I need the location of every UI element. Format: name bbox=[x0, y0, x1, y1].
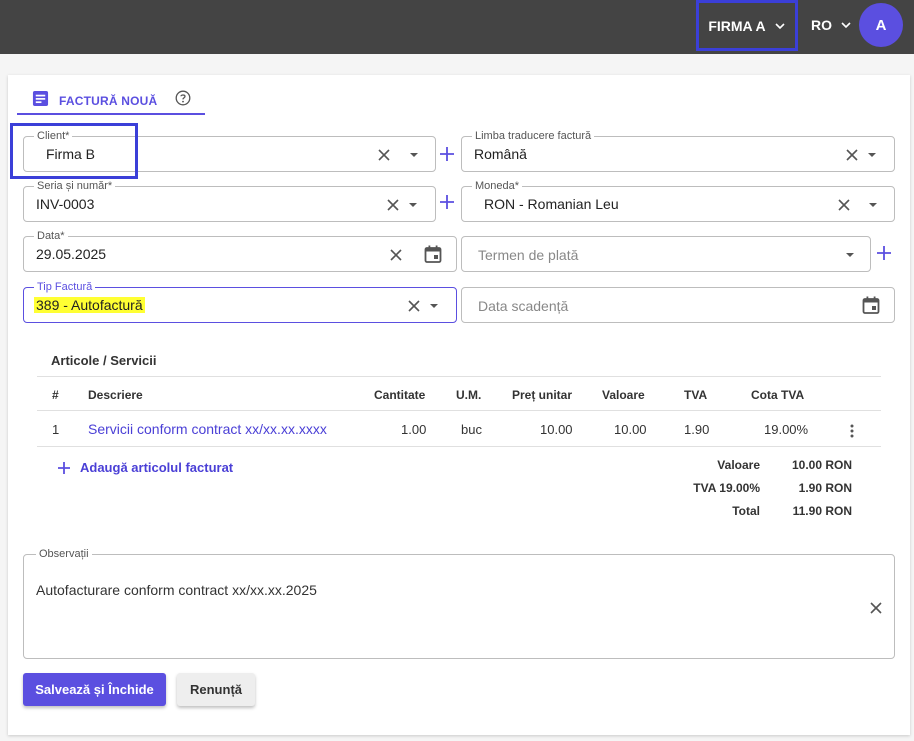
add-client-icon[interactable] bbox=[438, 145, 456, 163]
payment-term-placeholder: Termen de plată bbox=[478, 247, 579, 263]
invoice-card: FACTURĂ NOUĂ Client* Firma B Limba tradu… bbox=[8, 75, 910, 735]
row-vat-rate: 19.00% bbox=[764, 422, 809, 437]
articles-table: # Descriere Cantitate U.M. Preț unitar V… bbox=[37, 376, 881, 447]
col-vat: TVA bbox=[684, 388, 708, 402]
due-date-placeholder: Data scadență bbox=[478, 298, 569, 314]
dropdown-arrow-icon[interactable] bbox=[841, 246, 859, 264]
col-nr: # bbox=[52, 388, 59, 402]
col-quantity: Cantitate bbox=[374, 388, 426, 402]
client-field[interactable]: Client* Firma B bbox=[23, 130, 436, 172]
translation-language-label: Limba traducere factură bbox=[472, 130, 595, 142]
totals-vat-label: TVA 19.00% bbox=[693, 481, 760, 495]
invoice-type-label: Tip Factură bbox=[34, 281, 96, 293]
row-value: 10.00 bbox=[614, 422, 647, 437]
invoice-type-value: 389 - Autofactură bbox=[34, 297, 145, 313]
cancel-button[interactable]: Renunță bbox=[177, 673, 255, 706]
document-icon bbox=[32, 90, 49, 112]
tab-new-invoice[interactable]: FACTURĂ NOUĂ bbox=[17, 88, 205, 115]
dropdown-arrow-icon[interactable] bbox=[404, 196, 422, 214]
currency-field[interactable]: Moneda* RON - Romanian Leu bbox=[461, 180, 895, 222]
clear-icon[interactable] bbox=[387, 246, 405, 264]
notes-label: Observații bbox=[36, 548, 92, 560]
row-nr: 1 bbox=[52, 422, 60, 437]
invoice-type-text: 389 - Autofactură bbox=[34, 297, 145, 313]
chevron-down-icon bbox=[840, 19, 852, 31]
totals-vat: 1.90 RON bbox=[798, 481, 852, 495]
plus-icon bbox=[57, 461, 71, 475]
add-article-label: Adaugă articolul facturat bbox=[80, 460, 234, 475]
dropdown-arrow-icon[interactable] bbox=[864, 196, 882, 214]
totals-value-label: Valoare bbox=[717, 458, 760, 472]
company-selector[interactable]: FIRMA A bbox=[696, 0, 798, 51]
help-icon[interactable] bbox=[175, 90, 191, 111]
col-unit-price: Preț unitar bbox=[512, 388, 573, 402]
add-series-icon[interactable] bbox=[438, 193, 456, 211]
add-article-button[interactable]: Adaugă articolul facturat bbox=[57, 460, 233, 475]
currency-label: Moneda* bbox=[472, 180, 523, 192]
articles-title: Articole / Servicii bbox=[51, 353, 157, 368]
client-value: Firma B bbox=[46, 146, 95, 162]
dropdown-arrow-icon[interactable] bbox=[425, 297, 443, 315]
more-vert-icon[interactable] bbox=[844, 422, 860, 443]
avatar[interactable]: A bbox=[859, 3, 903, 47]
translation-language-field[interactable]: Limba traducere factură Română bbox=[461, 130, 895, 172]
totals-value: 10.00 RON bbox=[791, 458, 852, 472]
clear-icon[interactable] bbox=[375, 146, 393, 164]
due-date-field[interactable]: Data scadență bbox=[461, 287, 895, 323]
col-description: Descriere bbox=[88, 388, 143, 402]
date-field[interactable]: Data* 29.05.2025 bbox=[23, 230, 457, 272]
date-label: Data* bbox=[34, 230, 68, 242]
table-row[interactable]: 1 Servicii conform contract xx/xx.xx.xxx… bbox=[37, 411, 881, 447]
row-description[interactable]: Servicii conform contract xx/xx.xx.xxxx bbox=[88, 421, 327, 437]
totals-total: 11.90 RON bbox=[792, 504, 852, 518]
calendar-icon[interactable] bbox=[423, 244, 443, 264]
clear-icon[interactable] bbox=[835, 196, 853, 214]
col-vat-rate: Cota TVA bbox=[751, 388, 805, 402]
translation-language-value: Română bbox=[474, 146, 527, 162]
series-number-label: Seria și număr* bbox=[34, 180, 116, 192]
clear-icon[interactable] bbox=[384, 196, 402, 214]
save-and-close-button[interactable]: Salvează și Închide bbox=[23, 673, 166, 706]
series-number-field[interactable]: Seria și număr* INV-0003 bbox=[23, 180, 436, 222]
invoice-type-field[interactable]: Tip Factură 389 - Autofactură bbox=[23, 281, 457, 323]
company-name: FIRMA A bbox=[708, 17, 766, 34]
clear-icon[interactable] bbox=[867, 599, 885, 622]
row-unit-price: 10.00 bbox=[540, 422, 573, 437]
clear-icon[interactable] bbox=[843, 146, 861, 164]
dropdown-arrow-icon[interactable] bbox=[863, 146, 881, 164]
tab-label: FACTURĂ NOUĂ bbox=[59, 93, 158, 108]
totals-block: Valoare 10.00 RON TVA 19.00% 1.90 RON To… bbox=[648, 456, 858, 525]
row-um: buc bbox=[461, 422, 482, 437]
row-vat: 1.90 bbox=[684, 422, 710, 437]
col-um: U.M. bbox=[456, 388, 482, 402]
language-selector[interactable]: RO bbox=[811, 14, 852, 36]
totals-total-label: Total bbox=[732, 504, 760, 518]
series-number-value: INV-0003 bbox=[36, 196, 95, 212]
col-value: Valoare bbox=[602, 388, 645, 402]
payment-term-field[interactable]: Termen de plată bbox=[461, 236, 871, 272]
add-payment-term-icon[interactable] bbox=[875, 244, 893, 262]
client-label: Client* bbox=[34, 130, 73, 142]
clear-icon[interactable] bbox=[405, 297, 423, 315]
row-quantity: 1.00 bbox=[401, 422, 427, 437]
notes-value: Autofacturare conform contract xx/xx.xx.… bbox=[36, 582, 317, 598]
table-header: # Descriere Cantitate U.M. Preț unitar V… bbox=[37, 376, 881, 411]
dropdown-arrow-icon[interactable] bbox=[405, 146, 423, 164]
top-bar: FIRMA A RO A bbox=[0, 0, 914, 54]
notes-field[interactable]: Observații Autofacturare conform contrac… bbox=[23, 548, 895, 659]
language-code: RO bbox=[811, 17, 832, 33]
calendar-icon[interactable] bbox=[861, 295, 881, 315]
currency-value: RON - Romanian Leu bbox=[484, 196, 619, 212]
date-value: 29.05.2025 bbox=[36, 246, 107, 262]
chevron-down-icon bbox=[774, 20, 786, 32]
